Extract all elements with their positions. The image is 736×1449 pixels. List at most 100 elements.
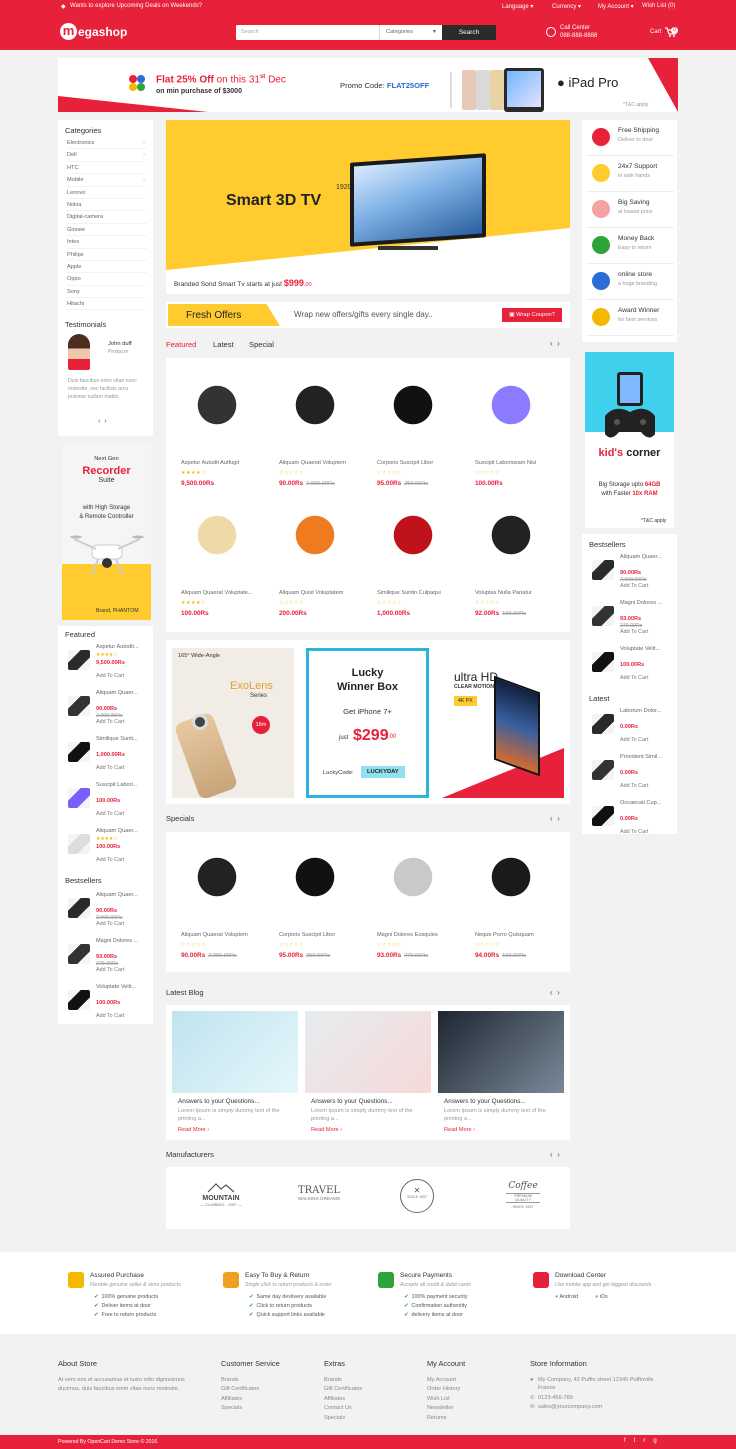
product-card[interactable]: Aspetur Autodit Autfugit ★★★★☆ 9,500.00Rs (168, 362, 266, 487)
side-product-item[interactable]: Voluptate Velit... 100.00Rs Add To Cart (588, 646, 674, 684)
blog-card[interactable]: Answers to your Questions... Lorem Ipsum … (305, 1011, 431, 1139)
add-to-cart-link[interactable]: Add To Cart (620, 737, 648, 743)
special-product-card[interactable]: Aliquam Quaerat Voluptem ☆☆☆☆☆ 90.00Rs 2,00… (168, 834, 266, 959)
add-to-cart-link[interactable]: Add To Cart (96, 719, 124, 725)
product-card[interactable]: Aliquam Quaerat Voluptate... ★★★★☆ 100.00R… (168, 492, 266, 617)
product-card[interactable]: Voluptas Nulla Pariatur ☆☆☆☆☆ 92.00Rs 100.0… (462, 492, 560, 617)
wishlist-link[interactable]: Wish List (0) (642, 3, 675, 9)
footer-link[interactable]: Newsletter (427, 1404, 465, 1413)
product-card[interactable]: Aliquam Quaerat Voluptem ☆☆☆☆☆ 90.00Rs 2,00… (266, 362, 364, 487)
footer-link[interactable]: Gift Certificates (324, 1385, 362, 1394)
search-input[interactable]: Search (236, 25, 379, 40)
add-to-cart-link[interactable]: Add To Cart (620, 583, 648, 589)
add-to-cart-link[interactable]: Add To Cart (620, 675, 648, 681)
category-select[interactable]: Categories ▾ (379, 25, 442, 40)
side-product-item[interactable]: Magni Dolores ... 93.00Rs 279.00Rs Add To C… (588, 600, 674, 638)
footer-link[interactable]: Gift Certificates (221, 1385, 280, 1394)
tabs-arrows[interactable]: ‹ › (550, 339, 560, 348)
footer-link[interactable]: My Account (427, 1376, 465, 1385)
side-product-item[interactable]: Suscipit Labori... 100.00Rs Add To Cart (64, 782, 150, 820)
manufacturers-arrows[interactable]: ‹ › (550, 1150, 560, 1159)
category-item[interactable]: Oppo (67, 273, 147, 286)
blog-card[interactable]: Answers to your Questions... Lorem Ipsum … (438, 1011, 564, 1139)
read-more-link[interactable]: Read More › (178, 1127, 209, 1133)
footer-link[interactable]: Specials (221, 1404, 280, 1413)
product-card[interactable]: Suscipit Laboriosam Nisi ☆☆☆☆☆ 100.00Rs (462, 362, 560, 487)
category-item[interactable]: Electronics › (67, 137, 147, 150)
footer-link[interactable]: Brands (221, 1376, 280, 1385)
category-item[interactable]: Philips (67, 249, 147, 261)
category-item[interactable]: Nokia (67, 199, 147, 212)
product-card[interactable]: Similique Suntin Culpaqui ☆☆☆☆☆ 1,000.00Rs (364, 492, 462, 617)
android-link[interactable]: ● Android (555, 1294, 578, 1300)
wrap-coupon-button[interactable]: ▣ Wrap Coupon? (502, 308, 562, 322)
ios-link[interactable]: ● iOs (595, 1294, 608, 1300)
side-product-item[interactable]: Aspetur Autodit... ★★★★☆ 9,500.00Rs Add To … (64, 644, 150, 682)
coffee-logo[interactable]: Coffee PREMIUM QUALITY SINCE 1957 (498, 1181, 548, 1209)
lucky-winner-banner[interactable]: Lucky Winner Box Get iPhone 7+ just $299… (306, 648, 429, 798)
side-product-item[interactable]: Aliquam Quaer... 90.00Rs 2,000.00Rs Add To … (64, 690, 150, 728)
promo-banner[interactable]: Flat 25% Off on this 31st Dec on min pur… (58, 58, 678, 112)
tab-latest[interactable]: Latest (213, 340, 234, 349)
category-item[interactable]: Lenovo (67, 187, 147, 199)
hero-slider[interactable]: 1920x1080 Smart 3D TV Branded Sond Smart… (166, 120, 570, 294)
add-to-cart-link[interactable]: Add To Cart (620, 629, 648, 635)
blog-card[interactable]: Answers to your Questions... Lorem Ipsum … (172, 1011, 298, 1139)
my-account-dropdown[interactable]: My Account ▾ (598, 3, 634, 10)
mountain-logo[interactable]: MOUNTAIN — CLIMBING - 1957 — (196, 1181, 246, 1207)
footer-link[interactable]: Affiliates (221, 1395, 280, 1404)
category-item[interactable]: Gionee (67, 224, 147, 237)
side-product-item[interactable]: Provident Simil... 0.00Rs Add To Cart (588, 754, 674, 792)
add-to-cart-link[interactable]: Add To Cart (96, 967, 124, 973)
testimonial-arrows[interactable]: ‹ › (98, 418, 107, 425)
logo-mark[interactable]: m (60, 23, 77, 40)
side-product-item[interactable]: Voluptate Velit... 100.00Rs Add To Cart (64, 984, 150, 1022)
footer-link[interactable]: Wish List (427, 1395, 465, 1404)
tab-special[interactable]: Special (249, 340, 274, 349)
category-item[interactable]: Digital-camera (67, 211, 147, 224)
footer-link[interactable]: Affiliates (324, 1395, 362, 1404)
special-product-card[interactable]: Magni Dolores Eosquies ☆☆☆☆☆ 93.00Rs 279.00… (364, 834, 462, 959)
tab-featured[interactable]: Featured (166, 340, 196, 349)
search-button[interactable]: Search (442, 25, 496, 40)
category-item[interactable]: HTC (67, 162, 147, 175)
add-to-cart-link[interactable]: Add To Cart (96, 921, 124, 927)
exolens-banner[interactable]: 165° Wide-Angle ExoLens Series 18m (172, 648, 294, 798)
side-product-item[interactable]: Aliquam Quaer... ★★★★☆ 100.00Rs Add To Cart (64, 828, 150, 866)
category-item[interactable]: Apple (67, 261, 147, 274)
ultra-hd-banner[interactable]: ultra HD CLEAR MOTION 4K PX (442, 648, 564, 798)
since-1957-logo[interactable]: ✕ SINCE 1957 (400, 1179, 434, 1213)
add-to-cart-link[interactable]: Add To Cart (620, 829, 648, 835)
special-product-card[interactable]: Neque Porro Quisquam ☆☆☆☆☆ 94.00Rs 100.00Rs (462, 834, 560, 959)
side-product-item[interactable]: Laborum Dolor... 0.00Rs Add To Cart (588, 708, 674, 746)
cart-label[interactable]: Cart (650, 29, 661, 35)
footer-link[interactable]: Order History (427, 1385, 465, 1394)
read-more-link[interactable]: Read More › (311, 1127, 342, 1133)
add-to-cart-link[interactable]: Add To Cart (96, 857, 124, 863)
side-product-item[interactable]: Occaecati Cup... 0.00Rs Add To Cart (588, 800, 674, 838)
side-product-item[interactable]: Magni Dolores ... 93.00Rs 279.00Rs Add To C… (64, 938, 150, 976)
category-item[interactable]: Mobile › (67, 174, 147, 187)
travel-logo[interactable]: TRAVEL WALKING DREAMS (294, 1185, 344, 1201)
read-more-link[interactable]: Read More › (444, 1127, 475, 1133)
add-to-cart-link[interactable]: Add To Cart (620, 783, 648, 789)
language-dropdown[interactable]: Language ▾ (502, 3, 533, 10)
currency-dropdown[interactable]: Currency ▾ (552, 3, 581, 10)
blog-arrows[interactable]: ‹ › (550, 988, 560, 997)
special-product-card[interactable]: Corporis Suscipit Libor ☆☆☆☆☆ 95.00Rs 250.0… (266, 834, 364, 959)
category-item[interactable]: Hitachi (67, 298, 147, 311)
category-item[interactable]: Sony (67, 286, 147, 299)
side-product-item[interactable]: Similique Sunti... 1,000.00Rs Add To Cart (64, 736, 150, 774)
side-product-item[interactable]: Aliquam Quaer... 90.00Rs 2,000.00Rs Add To … (64, 892, 150, 930)
product-card[interactable]: Corporis Suscipit Libor ☆☆☆☆☆ 95.00Rs 250.0… (364, 362, 462, 487)
footer-link[interactable]: Brands (324, 1376, 362, 1385)
add-to-cart-link[interactable]: Add To Cart (96, 811, 124, 817)
side-product-item[interactable]: Aliquam Quaer... 90.00Rs 2,000.00Rs Add To … (588, 554, 674, 592)
footer-link[interactable]: Returns (427, 1414, 465, 1423)
footer-link[interactable]: Contact Us (324, 1404, 362, 1413)
footer-link[interactable]: Specials (324, 1414, 362, 1423)
add-to-cart-link[interactable]: Add To Cart (96, 1013, 124, 1019)
add-to-cart-link[interactable]: Add To Cart (96, 673, 124, 679)
category-item[interactable]: Dell › (67, 149, 147, 162)
category-item[interactable]: Intex (67, 236, 147, 249)
